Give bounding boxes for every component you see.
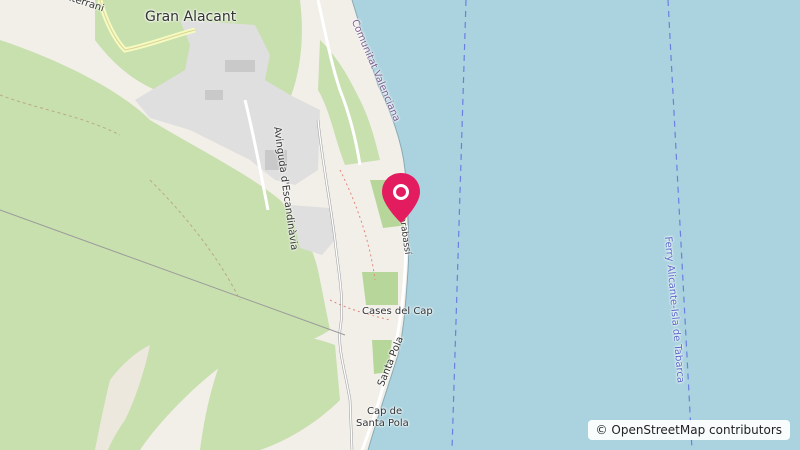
- map-attribution: © OpenStreetMap contributors: [587, 420, 790, 440]
- location-pin-shape: [382, 173, 420, 223]
- map-viewport[interactable]: Interrani Gran Alacant Avinguda d'Escand…: [0, 0, 800, 450]
- map-label-town: Gran Alacant: [145, 9, 237, 25]
- map-label-cases-del-cap: Cases del Cap: [362, 306, 433, 317]
- copyright-symbol: ©: [595, 423, 608, 437]
- location-pin-icon[interactable]: [380, 172, 422, 224]
- vegetation-area: [362, 272, 398, 305]
- map-label-cape-line1: Cap de: [367, 406, 403, 417]
- attribution-link[interactable]: OpenStreetMap contributors: [611, 423, 782, 437]
- map-label-cape-line2: Santa Pola: [356, 418, 409, 429]
